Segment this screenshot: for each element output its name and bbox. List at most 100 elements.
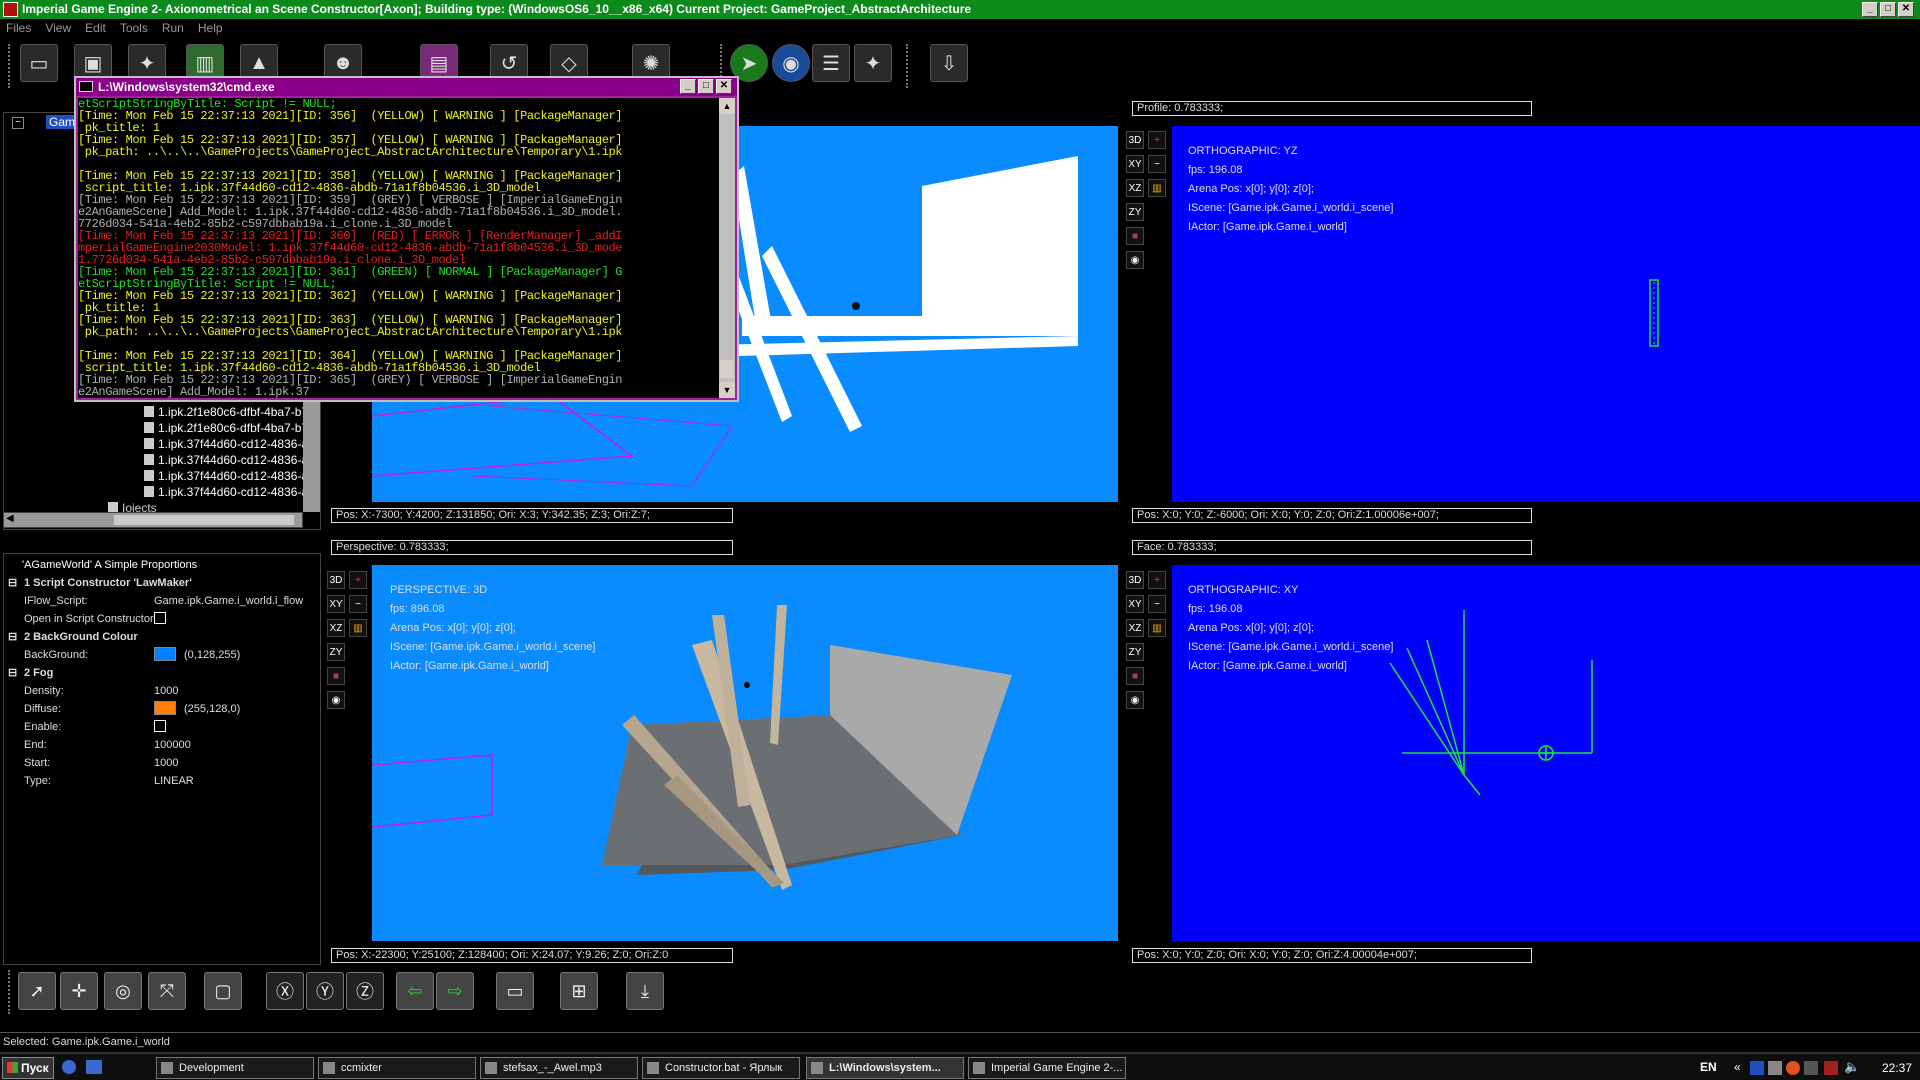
tray-app-icon[interactable] — [1750, 1061, 1764, 1075]
console-title-bar[interactable]: L:\Windows\system32\cmd.exe _ □ ✕ — [76, 78, 737, 96]
export-icon[interactable]: ⇩ — [930, 44, 968, 82]
tree-item[interactable]: 1.ipk.37f44d60-cd12-4836-a — [144, 485, 308, 500]
scroll-down-icon[interactable]: ▼ — [719, 382, 735, 398]
view-xy-button[interactable]: XY — [327, 595, 345, 613]
eye-icon[interactable]: ◉ — [1126, 251, 1144, 269]
tree-collapse-icon[interactable]: − — [12, 117, 24, 129]
view-zy-button[interactable]: ZY — [1126, 203, 1144, 221]
view-3d-button[interactable]: 3D — [1126, 571, 1144, 589]
crosshair-icon[interactable]: + — [1148, 571, 1166, 589]
view-zy-button[interactable]: ZY — [1126, 643, 1144, 661]
folder-export-icon[interactable]: ▭ — [496, 972, 534, 1010]
console-scrollbar[interactable]: ▲ ▼ — [719, 98, 735, 398]
info-icon[interactable]: ◉ — [772, 44, 810, 82]
tray-network-icon[interactable] — [1768, 1061, 1782, 1075]
console-scroll-thumb[interactable] — [720, 360, 734, 378]
download-icon[interactable]: ⤓ — [626, 972, 664, 1010]
tree-item[interactable]: 1.ipk.2f1e80c6-dfbf-4ba7-b7 — [144, 421, 308, 436]
record-icon[interactable]: ■ — [1126, 227, 1144, 245]
menu-files[interactable]: Files — [0, 19, 39, 38]
close-button[interactable]: ✕ — [1898, 2, 1914, 17]
scroll-up-icon[interactable]: ▲ — [719, 98, 735, 114]
eye-icon[interactable]: ◉ — [327, 691, 345, 709]
console-maximize-button[interactable]: □ — [698, 79, 714, 94]
tree-item[interactable]: 1.ipk.37f44d60-cd12-4836-a — [144, 453, 308, 468]
view-xz-button[interactable]: XZ — [1126, 179, 1144, 197]
maximize-button[interactable]: □ — [1880, 2, 1896, 17]
tray-monitor-icon[interactable] — [1804, 1061, 1818, 1075]
scroll-thumb[interactable] — [114, 515, 294, 525]
menu-tools[interactable]: Tools — [114, 19, 156, 38]
section-background-colour[interactable]: ⊟ 2 BackGround Colour — [4, 628, 320, 646]
task-mp3[interactable]: stefsax_-_Awel.mp3 — [480, 1057, 638, 1079]
menu-run[interactable]: Run — [156, 19, 192, 38]
record-icon[interactable]: ■ — [1126, 667, 1144, 685]
tree-item[interactable]: 1.ipk.2f1e80c6-dfbf-4ba7-b7 — [144, 405, 308, 420]
axis-x-icon[interactable]: Ⓧ — [266, 972, 304, 1010]
view-zy-button[interactable]: ZY — [327, 643, 345, 661]
start-button[interactable]: Пуск — [2, 1057, 54, 1079]
console-window[interactable]: L:\Windows\system32\cmd.exe _ □ ✕ etScri… — [74, 76, 739, 402]
toolbar-grip[interactable] — [8, 44, 12, 88]
toolbar-grip[interactable] — [906, 44, 910, 88]
viewport-bottom-right[interactable]: ORTHOGRAPHIC: XY fps: 196.08 Arena Pos: … — [1172, 565, 1920, 941]
window-title-bar[interactable]: Imperial Game Engine 2- Axionometrical a… — [0, 0, 1920, 19]
section-script-constructor[interactable]: ⊟ 1 Script Constructor 'LawMaker' — [4, 574, 320, 592]
open-project-icon[interactable]: ▭ — [20, 44, 58, 82]
tray-expand-icon[interactable]: « — [1734, 1060, 1741, 1074]
desktop-icon[interactable] — [86, 1060, 102, 1074]
task-cmd[interactable]: L:\Windows\system... — [806, 1057, 964, 1079]
minus-icon[interactable]: − — [1148, 155, 1166, 173]
view-3d-button[interactable]: 3D — [1126, 131, 1144, 149]
language-indicator[interactable]: EN — [1700, 1060, 1717, 1074]
view-xz-button[interactable]: XZ — [1126, 619, 1144, 637]
console-minimize-button[interactable]: _ — [680, 79, 696, 94]
rotate-sphere-icon[interactable]: ◎ — [104, 972, 142, 1010]
square-icon[interactable]: ▢ — [204, 972, 242, 1010]
viewport-bottom-left[interactable]: PERSPECTIVE: 3D fps: 896.08 Arena Pos: x… — [372, 565, 1118, 941]
open-in-script-constructor-checkbox[interactable] — [154, 612, 166, 624]
tree-item[interactable]: 1.ipk.37f44d60-cd12-4836-a — [144, 437, 308, 452]
task-development[interactable]: Development — [156, 1057, 314, 1079]
section-fog[interactable]: ⊟ 2 Fog — [4, 664, 320, 682]
task-imperial-engine[interactable]: Imperial Game Engine 2-... — [968, 1057, 1126, 1079]
undo-arrow-icon[interactable]: ⇦ — [396, 972, 434, 1010]
crosshair-icon[interactable]: + — [1148, 131, 1166, 149]
layers-icon[interactable]: ☰ — [812, 44, 850, 82]
tree-item[interactable]: 1.ipk.37f44d60-cd12-4836-a — [144, 469, 308, 484]
menu-edit[interactable]: Edit — [79, 19, 114, 38]
scroll-left-icon[interactable]: ◀ — [6, 513, 14, 524]
crosshair-icon[interactable]: + — [349, 571, 367, 589]
menu-help[interactable]: Help — [192, 19, 231, 38]
toolbar-grip[interactable] — [8, 970, 12, 1014]
axis-z-icon[interactable]: Ⓩ — [346, 972, 384, 1010]
view-xy-button[interactable]: XY — [1126, 155, 1144, 173]
axis-y-icon[interactable]: Ⓨ — [306, 972, 344, 1010]
emblem-icon[interactable]: ✦ — [854, 44, 892, 82]
task-constructor-bat[interactable]: Constructor.bat - Ярлык — [642, 1057, 800, 1079]
eye-icon[interactable]: ◉ — [1126, 691, 1144, 709]
redo-arrow-icon[interactable]: ⇨ — [436, 972, 474, 1010]
tree-horizontal-scrollbar[interactable]: ◀ — [3, 512, 303, 528]
tray-security-icon[interactable] — [1824, 1061, 1838, 1075]
view-xy-button[interactable]: XY — [1126, 595, 1144, 613]
minus-icon[interactable]: − — [1148, 595, 1166, 613]
viewport-top-right[interactable]: ORTHOGRAPHIC: YZ fps: 196.08 Arena Pos: … — [1172, 126, 1920, 502]
ie-icon[interactable] — [62, 1060, 76, 1074]
menu-view[interactable]: View — [39, 19, 79, 38]
move-axes-icon[interactable]: ✛ — [60, 972, 98, 1010]
chart-bars-icon[interactable]: ▥ — [1148, 619, 1166, 637]
chart-bars-icon[interactable]: ▥ — [1148, 179, 1166, 197]
clock[interactable]: 22:37 — [1882, 1061, 1912, 1075]
align-icon[interactable]: ⊞ — [560, 972, 598, 1010]
console-close-button[interactable]: ✕ — [716, 79, 732, 94]
record-icon[interactable]: ■ — [327, 667, 345, 685]
select-pointer-icon[interactable]: ➚ — [18, 972, 56, 1010]
chart-bars-icon[interactable]: ▥ — [349, 619, 367, 637]
view-xz-button[interactable]: XZ — [327, 619, 345, 637]
tray-alert-icon[interactable] — [1786, 1061, 1800, 1075]
fog-enable-checkbox[interactable] — [154, 720, 166, 732]
volume-icon[interactable]: 🔈 — [1844, 1059, 1860, 1075]
scale-icon[interactable]: ⤧ — [148, 972, 186, 1010]
view-3d-button[interactable]: 3D — [327, 571, 345, 589]
